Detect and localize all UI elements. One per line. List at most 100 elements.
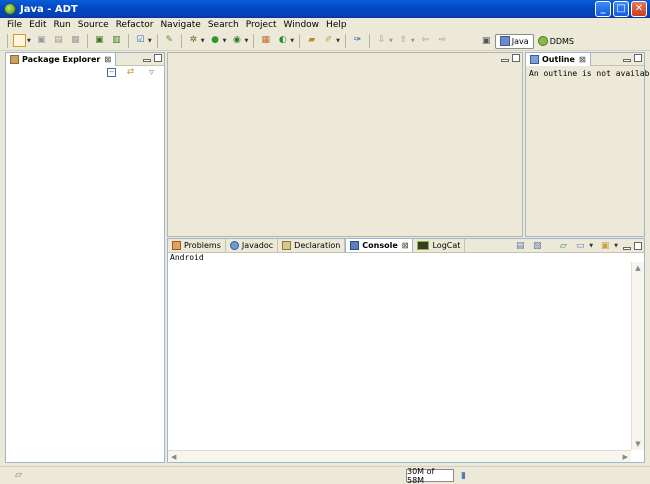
- run-dropdown-icon[interactable]: ▼: [223, 38, 227, 44]
- heap-status-label: 30M of 58M: [407, 466, 435, 484]
- new-java-package-icon[interactable]: ▦: [259, 34, 272, 47]
- toolbar-separator: [253, 33, 255, 48]
- maximize-editor-icon[interactable]: [512, 54, 520, 62]
- close-tab-icon[interactable]: ⊠: [104, 55, 111, 64]
- search-icon[interactable]: ✐: [322, 34, 335, 47]
- minimize-view-icon[interactable]: [143, 58, 151, 62]
- scroll-right-icon[interactable]: ▶: [623, 453, 628, 461]
- tab-console[interactable]: Console ⊠: [345, 239, 414, 252]
- view-menu-icon[interactable]: ▽: [145, 66, 158, 79]
- next-annotation-icon[interactable]: ⇩: [375, 34, 388, 47]
- menu-file[interactable]: File: [4, 20, 25, 30]
- console-horizontal-scrollbar[interactable]: ◀ ▶: [168, 450, 631, 462]
- perspective-ddms[interactable]: DDMS: [534, 34, 578, 49]
- tab-logcat-label: LogCat: [432, 241, 461, 250]
- close-tab-icon[interactable]: ⊠: [579, 55, 586, 64]
- toolbar-separator: [369, 33, 371, 48]
- menu-bar: File Edit Run Source Refactor Navigate S…: [0, 18, 650, 31]
- next-annotation-dropdown-icon[interactable]: ▼: [389, 38, 393, 44]
- menu-run[interactable]: Run: [51, 20, 74, 30]
- close-tab-icon[interactable]: ⊠: [402, 241, 409, 250]
- save-icon[interactable]: ▣: [35, 34, 48, 47]
- menu-navigate[interactable]: Navigate: [157, 20, 203, 30]
- menu-window[interactable]: Window: [281, 20, 323, 30]
- outline-message: An outline is not available.: [529, 69, 650, 78]
- heap-status[interactable]: 30M of 58M: [406, 466, 454, 484]
- avd-manager-icon[interactable]: ▥: [110, 34, 123, 47]
- status-bar: ▱ 30M of 58M ▮: [0, 466, 650, 484]
- toggle-mark-occurrences-icon[interactable]: ✑: [351, 34, 364, 47]
- tab-logcat[interactable]: LogCat: [413, 239, 466, 252]
- save-all-icon[interactable]: ▤: [52, 34, 65, 47]
- maximize-view-icon[interactable]: [154, 54, 162, 62]
- open-console-icon[interactable]: ▣: [600, 241, 610, 251]
- forward-icon[interactable]: ⇨: [436, 34, 449, 47]
- fast-view-icon[interactable]: ▱: [12, 469, 25, 482]
- scroll-up-icon[interactable]: ▲: [632, 262, 644, 274]
- debug-dropdown-icon[interactable]: ▼: [201, 38, 205, 44]
- run-icon[interactable]: ●: [209, 34, 222, 47]
- collapse-all-icon[interactable]: −: [107, 68, 116, 77]
- toolbar-separator: [156, 33, 158, 48]
- console-icon: [350, 241, 360, 250]
- minimize-view-icon[interactable]: [623, 58, 631, 62]
- tab-problems[interactable]: Problems: [168, 239, 226, 252]
- console-vertical-scrollbar[interactable]: ▲ ▼: [631, 262, 644, 450]
- new-java-class-icon[interactable]: ◐: [276, 34, 289, 47]
- tab-outline[interactable]: Outline ⊠: [526, 52, 591, 66]
- tab-javadoc[interactable]: Javadoc: [226, 239, 279, 252]
- tab-console-label: Console: [362, 241, 398, 250]
- scroll-down-icon[interactable]: ▼: [632, 438, 644, 450]
- tab-package-explorer[interactable]: Package Explorer ⊠: [6, 52, 117, 66]
- search-dropdown-icon[interactable]: ▼: [336, 38, 340, 44]
- scroll-lock-icon[interactable]: ▧: [532, 241, 542, 251]
- logcat-icon: [417, 241, 430, 250]
- new-class-dropdown-icon[interactable]: ▼: [290, 38, 294, 44]
- open-type-icon[interactable]: ▰: [305, 34, 318, 47]
- tab-problems-label: Problems: [184, 241, 221, 250]
- menu-help[interactable]: Help: [323, 20, 350, 30]
- debug-icon[interactable]: ✲: [187, 34, 200, 47]
- new-android-project-icon[interactable]: ✎: [163, 34, 176, 47]
- menu-edit[interactable]: Edit: [26, 20, 49, 30]
- maximize-view-icon[interactable]: [634, 242, 642, 250]
- clear-console-icon[interactable]: ▤: [515, 241, 525, 251]
- menu-project[interactable]: Project: [243, 20, 280, 30]
- display-console-dropdown-icon[interactable]: ▼: [589, 243, 593, 249]
- perspective-java[interactable]: Java: [494, 33, 534, 49]
- pin-console-icon[interactable]: ▱: [558, 241, 568, 251]
- new-dropdown-icon[interactable]: ▼: [27, 38, 31, 44]
- tab-outline-label: Outline: [542, 54, 575, 64]
- close-button[interactable]: ✕: [631, 1, 647, 17]
- previous-annotation-icon[interactable]: ⇧: [397, 34, 410, 47]
- lint-check-icon[interactable]: ☑: [134, 34, 147, 47]
- open-console-dropdown-icon[interactable]: ▼: [614, 243, 618, 249]
- adt-app-icon: [4, 3, 16, 15]
- external-tools-icon[interactable]: ◉: [230, 34, 243, 47]
- open-perspective-icon[interactable]: ▣: [480, 35, 493, 48]
- back-icon[interactable]: ⇦: [419, 34, 432, 47]
- new-icon[interactable]: [13, 34, 26, 47]
- tab-declaration-label: Declaration: [294, 241, 341, 250]
- lint-dropdown-icon[interactable]: ▼: [148, 38, 152, 44]
- console-name: Android: [168, 253, 644, 262]
- minimize-editor-icon[interactable]: [501, 58, 509, 62]
- javadoc-icon: [229, 241, 239, 250]
- maximize-view-icon[interactable]: [634, 54, 642, 62]
- tab-declaration[interactable]: Declaration: [278, 239, 346, 252]
- external-tools-dropdown-icon[interactable]: ▼: [244, 38, 248, 44]
- print-icon[interactable]: ▦: [69, 34, 82, 47]
- previous-annotation-dropdown-icon[interactable]: ▼: [411, 38, 415, 44]
- garbage-collect-icon[interactable]: ▮: [457, 470, 470, 483]
- menu-source[interactable]: Source: [75, 20, 112, 30]
- minimize-button[interactable]: _: [595, 1, 611, 17]
- maximize-button[interactable]: □: [613, 1, 629, 17]
- android-sdk-manager-icon[interactable]: ▣: [93, 34, 106, 47]
- menu-search[interactable]: Search: [205, 20, 242, 30]
- toolbar-separator: [180, 33, 182, 48]
- scroll-left-icon[interactable]: ◀: [171, 453, 176, 461]
- link-with-editor-icon[interactable]: ⇄: [124, 66, 137, 79]
- display-console-icon[interactable]: ▭: [575, 241, 585, 251]
- menu-refactor[interactable]: Refactor: [113, 20, 157, 30]
- minimize-view-icon[interactable]: [623, 246, 631, 250]
